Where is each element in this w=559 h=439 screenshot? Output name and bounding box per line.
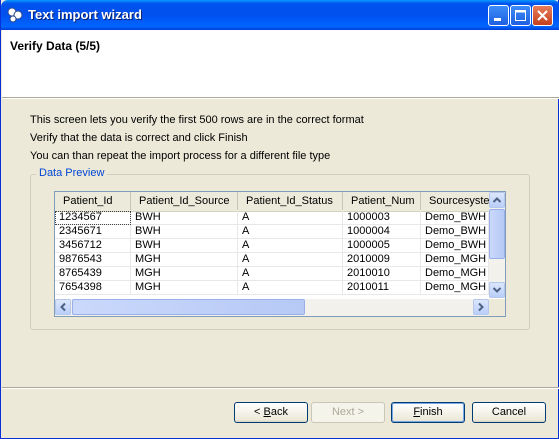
back-button-prefix: < — [254, 406, 264, 418]
arrow-right-icon — [478, 302, 484, 312]
table-cell[interactable]: BWH — [131, 225, 238, 239]
table-cell[interactable]: A — [238, 211, 343, 225]
table-cell[interactable]: BWH — [131, 211, 238, 225]
column-header-patient-id[interactable]: Patient_Id — [55, 192, 131, 210]
table-cell[interactable]: Demo_MGH — [421, 267, 489, 281]
scroll-up-button[interactable] — [489, 192, 505, 208]
table-cell[interactable]: MGH — [131, 267, 238, 281]
table-row[interactable]: 7654398 MGH A 2010011 Demo_MGH — [55, 281, 489, 295]
minimize-button[interactable] — [488, 5, 509, 26]
data-preview-label: Data Preview — [36, 167, 108, 179]
back-button-mnemonic: B — [263, 406, 271, 418]
table-cell[interactable]: 1234567 — [55, 211, 131, 225]
window-title: Text import wizard — [28, 7, 142, 22]
scroll-right-button[interactable] — [473, 299, 489, 315]
scroll-down-button[interactable] — [489, 282, 505, 298]
table-cell[interactable]: 2010011 — [343, 281, 421, 295]
app-icon — [7, 7, 23, 23]
table-cell[interactable]: 9876543 — [55, 253, 131, 267]
table-cell[interactable]: 1000004 — [343, 225, 421, 239]
table-cell[interactable]: 1000003 — [343, 211, 421, 225]
instruction-line-3: You can than repeat the import process f… — [30, 150, 331, 162]
page-title: Verify Data (5/5) — [10, 39, 101, 53]
table-cell[interactable]: 8765439 — [55, 267, 131, 281]
next-button[interactable]: Next > — [311, 402, 385, 423]
table-row[interactable]: 9876543 MGH A 2010009 Demo_MGH — [55, 253, 489, 267]
table-cell[interactable]: 2345671 — [55, 225, 131, 239]
maximize-icon — [515, 10, 526, 21]
column-header-patient-id-status[interactable]: Patient_Id_Status — [238, 192, 343, 210]
table-cell[interactable]: MGH — [131, 253, 238, 267]
instruction-line-1: This screen lets you verify the first 50… — [30, 114, 364, 126]
table-cell[interactable]: Demo_MGH — [421, 253, 489, 267]
table-row[interactable]: 1234567 BWH A 1000003 Demo_BWH — [55, 211, 489, 225]
table-body: 1234567 BWH A 1000003 Demo_BWH 2345671 B… — [55, 211, 489, 299]
close-icon — [537, 10, 548, 21]
column-header-patient-id-source[interactable]: Patient_Id_Source — [131, 192, 238, 210]
scroll-left-button[interactable] — [55, 299, 71, 315]
cancel-button[interactable]: Cancel — [472, 402, 546, 423]
column-header-patient-num[interactable]: Patient_Num — [343, 192, 421, 210]
table-cell[interactable]: Demo_BWH — [421, 211, 489, 225]
arrow-down-icon — [492, 287, 502, 293]
table-row[interactable]: 2345671 BWH A 1000004 Demo_BWH — [55, 225, 489, 239]
wizard-window: Text import wizard Verify Data (5/5) Thi… — [0, 0, 559, 439]
divider — [2, 98, 559, 99]
table-header: Patient_Id Patient_Id_Source Patient_Id_… — [55, 192, 505, 212]
table-cell[interactable]: A — [238, 225, 343, 239]
table-cell[interactable]: 7654398 — [55, 281, 131, 295]
back-button[interactable]: < Back — [234, 402, 308, 423]
wizard-header: Verify Data (5/5) — [2, 30, 559, 97]
minimize-icon — [494, 18, 501, 21]
instruction-line-2: Verify that the data is correct and clic… — [30, 132, 248, 144]
table-cell[interactable]: BWH — [131, 239, 238, 253]
arrow-left-icon — [60, 302, 66, 312]
table-row[interactable]: 8765439 MGH A 2010010 Demo_MGH — [55, 267, 489, 281]
table-cell[interactable]: A — [238, 281, 343, 295]
horizontal-scroll-thumb[interactable] — [72, 299, 305, 315]
scrollbar-corner — [489, 299, 505, 316]
horizontal-scrollbar[interactable] — [55, 299, 489, 316]
table-cell[interactable]: 3456712 — [55, 239, 131, 253]
table-cell[interactable]: MGH — [131, 281, 238, 295]
table-cell[interactable]: Demo_BWH — [421, 225, 489, 239]
divider — [2, 388, 559, 389]
back-button-rest: ack — [270, 406, 288, 418]
table-cell[interactable]: A — [238, 253, 343, 267]
table-cell[interactable]: 2010010 — [343, 267, 421, 281]
table-cell[interactable]: A — [238, 267, 343, 281]
finish-button[interactable]: Finish — [391, 402, 465, 423]
vertical-scrollbar[interactable] — [489, 192, 505, 298]
table-cell[interactable]: 1000005 — [343, 239, 421, 253]
close-button[interactable] — [532, 5, 553, 26]
table-row[interactable]: 3456712 BWH A 1000005 Demo_BWH — [55, 239, 489, 253]
vertical-scroll-thumb[interactable] — [489, 209, 505, 259]
title-bar[interactable]: Text import wizard — [1, 0, 559, 30]
maximize-button[interactable] — [510, 5, 531, 26]
table-cell[interactable]: 2010009 — [343, 253, 421, 267]
data-preview-table[interactable]: Patient_Id Patient_Id_Source Patient_Id_… — [54, 191, 506, 317]
table-cell[interactable]: A — [238, 239, 343, 253]
arrow-up-icon — [492, 197, 502, 203]
finish-button-rest: inish — [420, 406, 443, 418]
table-cell[interactable]: Demo_MGH — [421, 281, 489, 295]
table-cell[interactable]: Demo_BWH — [421, 239, 489, 253]
